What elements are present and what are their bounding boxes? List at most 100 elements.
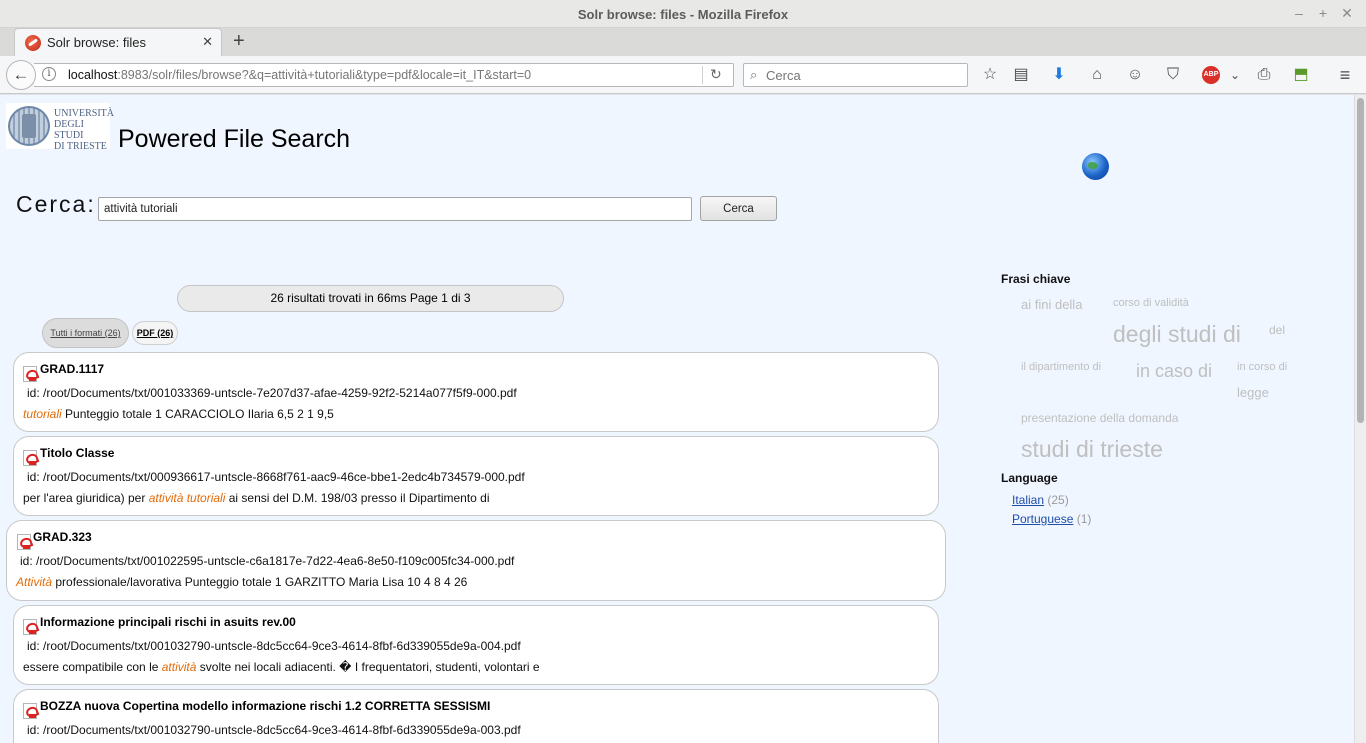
snippet-highlight: tutoriali [23,407,62,421]
result-title[interactable]: Titolo Classe [40,446,114,460]
language-facet-title: Language [1001,471,1058,485]
logo-line: DI TRIESTE [54,141,107,152]
language-facet-item: Italian (25) [1012,493,1069,507]
tab-label: Solr browse: files [47,35,146,50]
cloud-phrase[interactable]: in caso di [1136,361,1212,382]
result-card: Informazione principali rischi in asuits… [13,605,939,685]
cloud-phrase[interactable]: presentazione della domanda [1021,411,1178,425]
result-card: BOZZA nuova Copertina modello informazio… [13,689,939,743]
chat-icon[interactable]: ☺ [1124,64,1146,86]
search-button[interactable]: Cerca [700,196,777,221]
snippet-text: professionale/lavorativa Punteggio total… [52,575,468,589]
search-icon: ⌕ [750,67,758,82]
back-icon: ← [12,65,30,84]
pdf-file-icon [23,703,37,719]
result-snippet: Attività professionale/lavorativa Punteg… [16,575,467,589]
university-seal-icon [8,106,50,146]
cloud-phrase[interactable]: del [1269,323,1285,337]
snippet-text: essere compatibile con le [23,660,162,674]
bookmark-star-icon[interactable]: ☆ [979,64,1001,86]
cloud-phrase[interactable]: il dipartimento di [1021,361,1101,373]
result-snippet: essere compatibile con le attività svolt… [23,660,540,674]
maximize-button[interactable]: + [1314,5,1332,21]
result-title[interactable]: GRAD.1117 [40,362,104,376]
cloud-phrase[interactable]: corso di validità [1113,297,1189,309]
tab-solr-browse[interactable]: Solr browse: files ✕ [14,28,222,56]
globe-icon [1082,153,1109,180]
cloud-phrase[interactable]: degli studi di [1113,321,1241,348]
cloud-phrase[interactable]: ai fini della [1021,297,1082,312]
reading-list-icon[interactable]: ▤ [1010,64,1032,86]
info-icon[interactable]: i [42,67,56,81]
pdf-file-icon [23,619,37,635]
result-id: id: /root/Documents/txt/001032790-untscl… [27,723,521,737]
cloud-phrase[interactable]: legge [1237,385,1269,400]
university-logo: UNIVERSITÀ DEGLI STUDI DI TRIESTE [6,103,114,152]
print-icon[interactable]: ⎙ [1253,64,1275,86]
logo-line: DEGLI STUDI [54,119,84,141]
pdf-file-icon [17,534,31,550]
pdf-file-icon [23,366,37,382]
home-icon[interactable]: ⌂ [1086,64,1108,86]
web-search-bar[interactable]: ⌕ [743,63,968,87]
key-phrases-title: Frasi chiave [1001,272,1071,286]
search-label: Cerca: [16,191,96,217]
result-snippet: tutoriali Punteggio totale 1 CARACCIOLO … [23,407,334,421]
tab-strip: Solr browse: files ✕ + [0,28,1366,56]
minimize-button[interactable]: – [1290,5,1308,21]
adblock-plus-icon[interactable]: ABP [1202,66,1220,84]
page-scrollbar[interactable] [1354,95,1366,743]
snippet-highlight: attività tutoriali [148,491,226,505]
result-title[interactable]: Informazione principali rischi in asuits… [40,615,296,629]
url-separator [702,66,703,84]
url-bar[interactable]: i localhost:8983/solr/files/browse?&q=at… [34,63,734,87]
tab-close-button[interactable]: ✕ [202,34,213,50]
search-input[interactable] [98,197,692,221]
dropdown-icon[interactable]: ⌄ [1224,64,1246,86]
new-tab-button[interactable]: + [233,30,245,53]
cloud-phrase[interactable]: studi di trieste [1021,436,1163,463]
language-link-portuguese[interactable]: Portuguese [1012,512,1073,526]
download-icon[interactable]: ⬇ [1048,64,1070,86]
navigation-toolbar: i localhost:8983/solr/files/browse?&q=at… [0,56,1366,94]
scrollbar-thumb[interactable] [1357,98,1364,423]
web-search-input[interactable] [766,66,961,84]
snippet-text: per l'area giuridica) per [23,491,149,505]
result-card: GRAD.323 id: /root/Documents/txt/0010225… [6,520,946,601]
language-facet-item: Portuguese (1) [1012,512,1091,526]
cloud-phrase[interactable]: in corso di [1237,361,1287,373]
pocket-icon[interactable]: ⛉ [1162,64,1184,86]
result-title[interactable]: BOZZA nuova Copertina modello informazio… [40,699,490,713]
pdf-file-icon [23,450,37,466]
url-path: :8983/solr/files/browse?&q=attività+tuto… [117,68,532,82]
result-id: id: /root/Documents/txt/001032790-untscl… [27,639,521,653]
window-title: Solr browse: files - Mozilla Firefox [577,7,789,22]
close-window-button[interactable]: ✕ [1338,5,1356,22]
url-host: localhost [68,68,118,82]
menu-icon[interactable]: ≡ [1334,64,1356,86]
result-id: id: /root/Documents/txt/000936617-untscl… [27,470,525,484]
page-content: UNIVERSITÀ DEGLI STUDI DI TRIESTE Powere… [0,95,1354,743]
format-filter-all[interactable]: Tutti i formati (26) [42,318,129,348]
logo-line: UNIVERSITÀ [54,108,114,119]
snippet-text: svolte nei locali adiacenti. � I frequen… [196,660,540,674]
language-link-italian[interactable]: Italian [1012,493,1044,507]
window-titlebar: Solr browse: files - Mozilla Firefox – +… [0,0,1366,28]
pdf-tool-icon[interactable]: ⬒ [1290,64,1312,86]
url-text[interactable]: localhost:8983/solr/files/browse?&q=atti… [68,68,531,82]
language-count: (25) [1047,493,1069,507]
snippet-text: ai sensi del D.M. 198/03 presso il Dipar… [225,491,490,505]
result-title[interactable]: GRAD.323 [33,530,92,544]
snippet-highlight: Attività [16,575,53,589]
format-filter-pdf[interactable]: PDF (26) [132,321,178,345]
snippet-text: Punteggio totale 1 CARACCIOLO Ilaria 6,5… [61,407,334,421]
result-card: Titolo Classe id: /root/Documents/txt/00… [13,436,939,516]
logo-text: UNIVERSITÀ DEGLI STUDI DI TRIESTE [54,108,114,152]
reload-icon[interactable]: ↻ [710,66,722,83]
back-button[interactable]: ← [6,60,36,90]
snippet-highlight: attività [161,660,197,674]
result-id: id: /root/Documents/txt/001033369-untscl… [27,386,517,400]
result-id: id: /root/Documents/txt/001022595-untscl… [20,554,515,568]
result-card: GRAD.1117 id: /root/Documents/txt/001033… [13,352,939,432]
results-info: 26 risultati trovati in 66ms Page 1 di 3 [177,285,564,312]
